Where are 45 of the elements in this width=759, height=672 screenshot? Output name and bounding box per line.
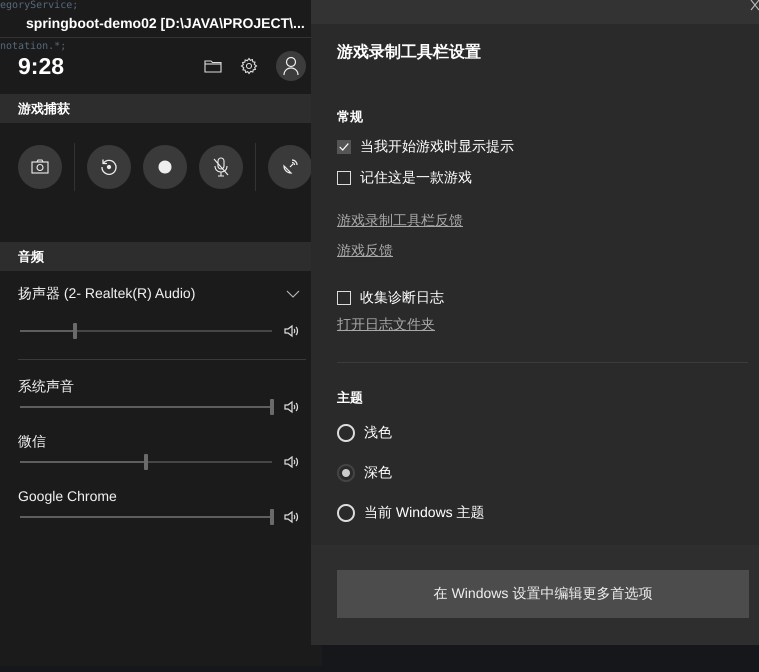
checkbox-label: 收集诊断日志 (360, 289, 444, 307)
clock-time: 9:28 (18, 52, 66, 80)
replay-icon (100, 158, 118, 176)
audio-device-label: 扬声器 (2- Realtek(R) Audio) (18, 285, 196, 303)
screenshot-button[interactable] (18, 145, 62, 189)
section-heading: 常规 (337, 108, 364, 126)
record-icon (158, 160, 172, 174)
chevron-down-icon[interactable] (286, 290, 300, 298)
app-name: 微信 (18, 433, 47, 451)
app-name: Google Chrome (18, 488, 118, 506)
speaker-icon[interactable] (284, 400, 300, 414)
replay-button[interactable] (87, 145, 131, 189)
slider-thumb[interactable] (270, 509, 274, 525)
microphone-button[interactable] (199, 145, 243, 189)
feedback-link[interactable]: 游戏反馈 (337, 242, 393, 260)
user-avatar[interactable] (276, 51, 306, 81)
slider-thumb[interactable] (73, 323, 78, 339)
record-button[interactable] (143, 145, 187, 189)
speaker-icon[interactable] (284, 455, 300, 469)
code-line: notation.*; (0, 41, 68, 53)
checkbox-label: 记住这是一款游戏 (360, 169, 472, 187)
radio-label: 浅色 (364, 424, 392, 442)
radio-button[interactable] (337, 464, 355, 482)
settings-icon[interactable] (240, 57, 258, 75)
satellite-dish-icon (281, 158, 299, 176)
window-title: springboot-demo02 [D:\JAVA\PROJECT\... (26, 14, 305, 30)
radio-label: 深色 (364, 464, 392, 482)
code-line: egoryService; (0, 0, 78, 12)
checkbox-label: 当我开始游戏时显示提示 (360, 138, 514, 156)
slider-thumb[interactable] (270, 399, 274, 415)
windows-settings-button[interactable]: 在 Windows 设置中编辑更多首选项 (337, 570, 749, 618)
microphone-icon (212, 157, 230, 177)
broadcast-button[interactable] (268, 145, 312, 189)
feedback-link[interactable]: 游戏录制工具栏反馈 (337, 212, 463, 230)
radio-label: 当前 Windows 主题 (364, 504, 485, 522)
app-name: 系统声音 (18, 378, 75, 396)
open-log-folder-link[interactable]: 打开日志文件夹 (337, 316, 435, 334)
settings-title: 游戏录制工具栏设置 (337, 42, 482, 63)
camera-icon (31, 159, 49, 175)
slider-thumb[interactable] (144, 454, 148, 470)
checkbox[interactable] (337, 140, 351, 154)
speaker-icon[interactable] (284, 324, 300, 338)
section-heading: 主题 (337, 389, 364, 407)
speaker-icon[interactable] (284, 510, 300, 524)
person-icon (283, 56, 299, 76)
